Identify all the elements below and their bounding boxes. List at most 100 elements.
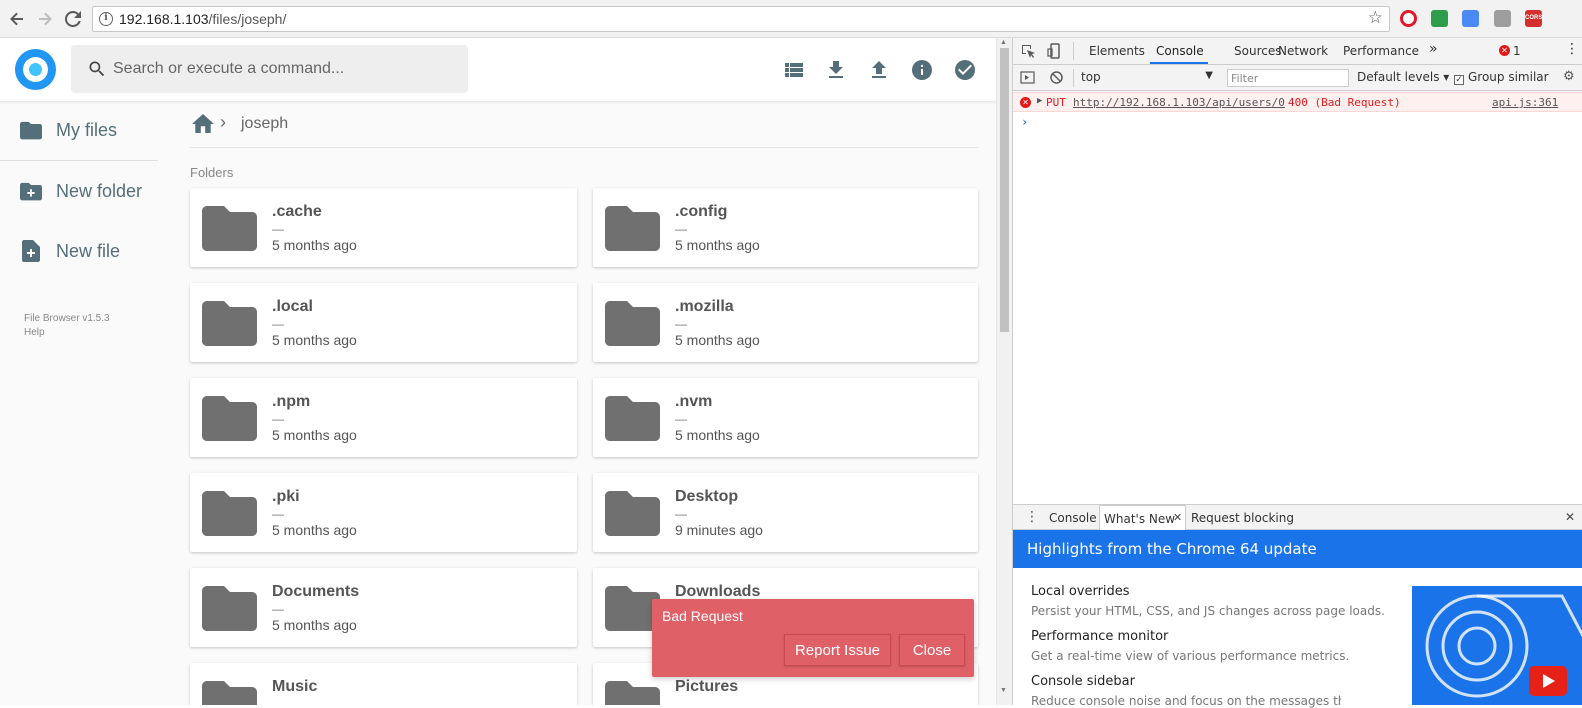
help-link[interactable]: Help [24,326,110,340]
forward-button[interactable] [32,6,58,32]
back-button[interactable] [4,6,30,32]
folder-name: .npm [272,393,311,410]
folder-name: Desktop [675,488,739,505]
select-check-icon[interactable] [953,58,977,82]
address-bar[interactable]: i 192.168.1.103/files/joseph/ ☆ [92,6,1390,32]
reload-icon [64,10,81,27]
folder-card[interactable]: .nvm —5 months ago [593,378,978,457]
whats-new-banner: Highlights from the Chrome 64 update [1013,530,1582,568]
folder-card[interactable]: .config —5 months ago [593,188,978,267]
checkbox-checked-icon[interactable]: ✓ [1454,75,1464,85]
url-text: 192.168.1.103/files/joseph/ [119,11,287,27]
bookmark-star-icon[interactable]: ☆ [1368,8,1383,28]
scroll-up-icon[interactable]: ▲ [1000,39,1007,46]
folder-card[interactable]: .npm —5 months ago [190,378,577,457]
sidebar-item-label: New file [56,241,121,261]
tab-elements[interactable]: Elements [1089,44,1145,58]
upload-icon[interactable] [867,58,891,82]
opera-icon[interactable] [1400,10,1417,27]
sidebar-item-new-file[interactable]: New file [0,227,158,277]
folder-size: — [675,412,687,426]
chevron-down-icon: ▼ [1205,70,1213,81]
folder-card[interactable]: .mozilla —5 months ago [593,283,978,362]
drawer-tab-console[interactable]: Console [1049,511,1097,525]
device-toolbar-icon[interactable] [1047,43,1063,59]
folder-card[interactable]: Desktop —9 minutes ago [593,473,978,552]
app-logo[interactable] [15,49,56,90]
drawer-tabbar: ⋮ Console What's New ✕ Request blocking … [1013,504,1582,530]
tab-network[interactable]: Network [1278,44,1328,58]
sidebar-item-my-files[interactable]: My files [0,106,158,156]
info-icon[interactable] [910,58,934,82]
folder-name: .cache [272,203,322,220]
folder-modified: 9 minutes ago [675,522,763,538]
new-file-icon [22,240,40,262]
scroll-down-icon[interactable]: ▼ [1000,687,1007,694]
reload-button[interactable] [60,6,86,32]
cors-icon[interactable]: CORS [1525,10,1542,27]
folder-modified: 5 months ago [272,522,357,538]
error-count[interactable]: 1 [1513,44,1521,58]
sidebar-item-new-folder[interactable]: New folder [0,167,158,217]
folder-name: .config [675,203,728,220]
feature-desc: Persist your HTML, CSS, and JS changes a… [1031,604,1385,618]
feature-title[interactable]: Performance monitor [1031,629,1168,644]
folder-card[interactable]: .pki —5 months ago [190,473,577,552]
group-similar-toggle[interactable]: ✓ Group similar [1454,70,1549,85]
sidebar-toggle-icon[interactable] [1020,70,1035,85]
feature-title[interactable]: Console sidebar [1031,674,1135,689]
close-button[interactable]: Close [899,634,965,666]
site-info-icon[interactable]: i [99,12,113,26]
tab-console[interactable]: Console [1156,44,1204,58]
tab-performance[interactable]: Performance [1343,44,1419,58]
close-tab-icon[interactable]: ✕ [1173,511,1182,524]
folder-card[interactable]: Music [190,663,577,705]
settings-gear-icon[interactable]: ⚙ [1563,69,1575,84]
folder-icon [605,491,660,536]
expand-triangle-icon[interactable]: ▶ [1037,96,1042,106]
chrome-logo-icon [1425,594,1582,698]
folder-card[interactable]: .local —5 months ago [190,283,577,362]
devtools-menu-icon[interactable]: ⋮ [1565,41,1579,57]
more-tabs-icon[interactable]: » [1429,41,1438,57]
folder-card[interactable]: Documents —5 months ago [190,568,577,647]
gray-extension-icon[interactable] [1494,10,1511,27]
scrollbar-thumb[interactable] [1000,48,1009,332]
clear-console-icon[interactable] [1049,70,1064,85]
home-icon[interactable] [192,114,214,134]
folder-modified: 5 months ago [272,332,357,348]
translate-icon[interactable] [1462,10,1479,27]
close-drawer-icon[interactable]: ✕ [1565,510,1575,524]
new-folder-icon [20,182,42,201]
tab-sources[interactable]: Sources [1234,44,1281,58]
folder-name: Music [272,678,318,695]
list-view-icon[interactable] [782,58,806,82]
source-link[interactable]: api.js:361 [1492,96,1558,109]
green-extension-icon[interactable] [1431,10,1448,27]
breadcrumb-current[interactable]: joseph [241,115,288,133]
drawer-menu-icon[interactable]: ⋮ [1025,509,1039,525]
sidebar-item-label: My files [56,120,118,140]
report-issue-button[interactable]: Report Issue [784,634,891,666]
search-bar[interactable] [71,45,468,93]
page-scrollbar[interactable]: ▲ ▼ [996,38,1012,705]
drawer-tab-request-blocking[interactable]: Request blocking [1191,511,1294,525]
search-input[interactable] [113,45,453,93]
toast-message: Bad Request [662,608,743,624]
download-icon[interactable] [824,58,848,82]
folder-icon [202,396,257,441]
folder-icon [202,491,257,536]
inspect-element-icon[interactable] [1021,44,1036,59]
folder-card[interactable]: .cache —5 months ago [190,188,577,267]
context-select[interactable]: top ▼ [1081,70,1213,84]
sidebar-item-label: New folder [56,181,143,201]
folder-name: .local [272,298,313,315]
drawer-tab-whats-new[interactable]: What's New ✕ [1099,505,1186,530]
folder-modified: 5 months ago [675,237,760,253]
feature-title[interactable]: Local overrides [1031,584,1130,599]
console-prompt[interactable]: › [1021,115,1028,129]
console-filter-input[interactable] [1227,69,1349,87]
request-url-link[interactable]: http://192.168.1.103/api/users/0 [1073,96,1285,109]
error-badge-icon[interactable]: ✕ [1499,45,1510,56]
log-levels-dropdown[interactable]: Default levels ▾ [1357,70,1449,84]
